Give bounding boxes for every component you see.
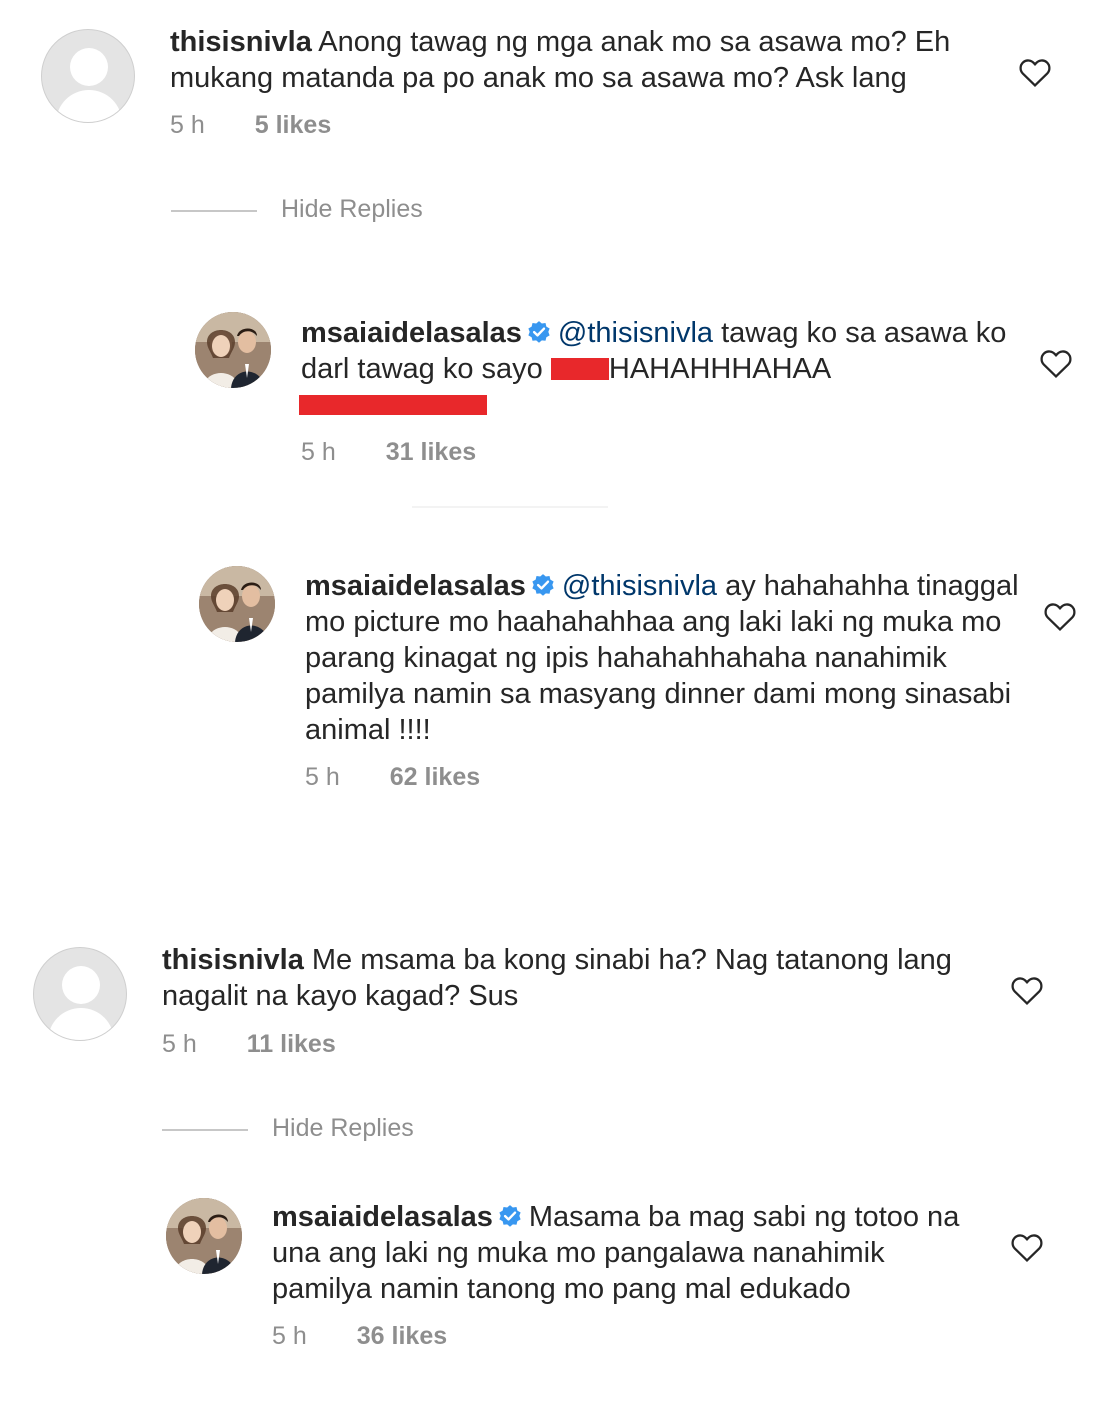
redaction-mark: [299, 395, 487, 415]
avatar-msaiaidelasalas[interactable]: [199, 566, 275, 642]
avatar-thisisnivla[interactable]: [33, 947, 127, 1041]
reply-likes[interactable]: 31 likes: [386, 438, 476, 466]
heart-outline-icon[interactable]: [1039, 347, 1073, 379]
avatar-msaiaidelasalas[interactable]: [195, 312, 271, 388]
comment-time: 5 h: [170, 111, 205, 139]
reply-text: msaiaidelasalas @thisisnivla tawag ko sa…: [301, 315, 1021, 387]
profile-photo-icon: [199, 566, 275, 642]
redaction-mark: [550, 358, 609, 380]
reply-username[interactable]: msaiaidelasalas: [301, 317, 522, 349]
reply-meta: 5 h 36 likes: [272, 1322, 447, 1351]
reply-meta: 5 h 62 likes: [305, 763, 480, 792]
comment-likes[interactable]: 11 likes: [247, 1030, 336, 1058]
comment-likes[interactable]: 5 likes: [255, 111, 331, 139]
reply-username[interactable]: msaiaidelasalas: [305, 570, 526, 602]
divider: [162, 1129, 248, 1131]
reply-mention[interactable]: @thisisnivla: [558, 317, 713, 349]
reply-time: 5 h: [301, 438, 336, 466]
comment-text: thisisnivla Me msama ba kong sinabi ha? …: [162, 942, 982, 1014]
divider: [171, 210, 257, 212]
verified-badge-icon: [528, 321, 550, 343]
profile-photo-icon: [166, 1198, 242, 1274]
comment-username[interactable]: thisisnivla: [162, 944, 304, 976]
divider: [412, 506, 608, 508]
reply-likes[interactable]: 36 likes: [357, 1322, 447, 1350]
heart-outline-icon[interactable]: [1043, 600, 1077, 632]
profile-photo-icon: [195, 312, 271, 388]
comment-username[interactable]: thisisnivla: [170, 26, 312, 58]
heart-outline-icon[interactable]: [1010, 1231, 1044, 1263]
reply-body-tail: HAHAHHHAHAA: [608, 353, 832, 385]
hide-replies-label: Hide Replies: [272, 1114, 414, 1142]
avatar-msaiaidelasalas[interactable]: [166, 1198, 242, 1274]
default-avatar-icon: [62, 966, 100, 1004]
hide-replies-button[interactable]: Hide Replies: [162, 1114, 462, 1148]
reply-text: msaiaidelasalas @thisisnivla ay hahahahh…: [305, 568, 1020, 748]
reply-meta: 5 h 31 likes: [301, 438, 476, 467]
reply-username[interactable]: msaiaidelasalas: [272, 1201, 493, 1233]
verified-badge-icon: [499, 1205, 521, 1227]
hide-replies-label: Hide Replies: [281, 195, 423, 223]
heart-outline-icon[interactable]: [1018, 56, 1052, 88]
comment-text: thisisnivla Anong tawag ng mga anak mo s…: [170, 24, 990, 96]
heart-outline-icon[interactable]: [1010, 974, 1044, 1006]
comment-time: 5 h: [162, 1030, 197, 1058]
verified-badge-icon: [532, 574, 554, 596]
reply-time: 5 h: [305, 763, 340, 791]
reply-time: 5 h: [272, 1322, 307, 1350]
comment-meta: 5 h 11 likes: [162, 1030, 336, 1059]
reply-mention[interactable]: @thisisnivla: [562, 570, 717, 602]
avatar-thisisnivla[interactable]: [41, 29, 135, 123]
default-avatar-icon: [70, 48, 108, 86]
hide-replies-button[interactable]: Hide Replies: [171, 195, 471, 229]
reply-text: msaiaidelasalas Masama ba mag sabi ng to…: [272, 1199, 972, 1307]
reply-likes[interactable]: 62 likes: [390, 763, 480, 791]
comment-meta: 5 h 5 likes: [170, 111, 331, 140]
